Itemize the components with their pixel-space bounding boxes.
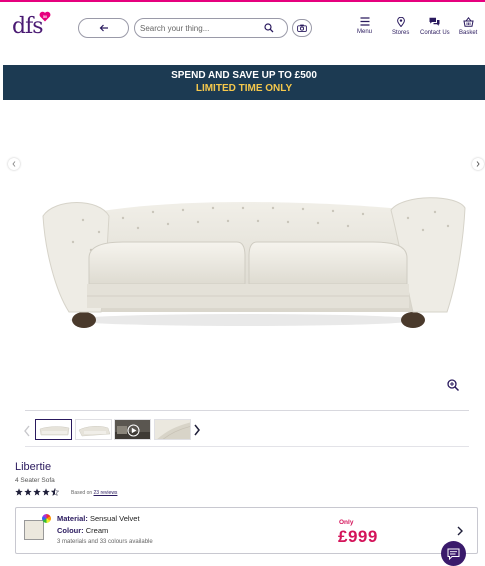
reviews-summary: Based on 23 reviews [71, 490, 117, 496]
live-chat-button[interactable] [441, 541, 466, 566]
nav-menu-label: Menu [357, 29, 373, 35]
chat-bubbles-icon [429, 17, 440, 26]
gallery-divider [25, 410, 469, 411]
thumbnail-1[interactable] [35, 419, 72, 440]
nav-menu[interactable]: Menu [357, 17, 372, 35]
zoom-in-icon[interactable] [446, 378, 460, 392]
nav-contact-us[interactable]: Contact Us [420, 17, 450, 36]
reviews-prefix: Based on [71, 490, 93, 496]
thumbnail-sofa-front-image [36, 420, 71, 439]
gallery-next-button[interactable] [472, 158, 484, 170]
thumbnail-2[interactable] [75, 419, 112, 440]
thumbnails-prev-chevron-icon[interactable] [22, 424, 32, 438]
reviews-link[interactable]: 23 reviews [94, 490, 118, 496]
product-title: Libertie [15, 461, 52, 473]
thumbnail-video-image [115, 420, 150, 439]
chevron-right-icon [457, 526, 463, 536]
colour-wheel-icon [42, 514, 51, 523]
nav-basket[interactable]: Basket [459, 17, 477, 36]
site-header: dfs 50 Menu Store [0, 2, 485, 50]
search-input[interactable] [140, 23, 264, 33]
rating-stars[interactable] [15, 488, 60, 496]
star-half-icon [51, 488, 59, 496]
location-pin-icon [396, 17, 405, 27]
colour-value: Cream [85, 526, 109, 535]
sofa-product-image [42, 197, 466, 328]
camera-icon [297, 24, 307, 32]
nav-stores[interactable]: Stores [392, 17, 409, 36]
logo-badge-text: 50 [43, 15, 47, 19]
arrow-left-icon [99, 24, 108, 32]
product-gallery[interactable] [3, 100, 485, 410]
material-value: Sensual Velvet [89, 514, 140, 523]
options-summary: 3 materials and 33 colours available [57, 539, 153, 545]
gallery-prev-button[interactable] [8, 158, 20, 170]
dfs-logo[interactable]: dfs 50 [12, 11, 52, 41]
chat-icon [447, 548, 460, 560]
search-icon[interactable] [264, 23, 274, 33]
thumbnail-fabric-closeup-image [155, 420, 190, 439]
heart-badge-icon: 50 [39, 11, 51, 22]
basket-icon [463, 17, 474, 27]
material-line: Material: Sensual Velvet [57, 514, 140, 523]
nav-contact-label: Contact Us [420, 30, 450, 36]
camera-search-button[interactable] [292, 19, 312, 37]
price-prefix: Only [339, 519, 354, 526]
hamburger-icon [360, 17, 369, 26]
search-box[interactable] [134, 18, 288, 38]
star-full-icon [15, 488, 23, 496]
promo-banner[interactable]: SPEND AND SAVE UP TO £500 LIMITED TIME O… [3, 65, 485, 100]
back-button[interactable] [78, 18, 129, 38]
star-full-icon [33, 488, 41, 496]
nav-stores-label: Stores [392, 30, 410, 36]
product-price: £999 [338, 527, 378, 546]
logo-text: dfs [12, 14, 44, 39]
thumbnails-divider [25, 446, 469, 447]
promo-headline: SPEND AND SAVE UP TO £500 [171, 70, 317, 81]
thumbnail-4[interactable] [154, 419, 191, 440]
promo-subline: LIMITED TIME ONLY [195, 83, 293, 94]
material-colour-selector[interactable]: Material: Sensual Velvet Colour: Cream 3… [15, 507, 478, 554]
star-full-icon [24, 488, 32, 496]
material-label: Material: [57, 514, 88, 523]
chevron-left-icon [12, 161, 16, 167]
colour-label: Colour: [57, 526, 84, 535]
chevron-right-icon [476, 161, 480, 167]
product-subtitle: 4 Seater Sofa [15, 477, 55, 484]
nav-basket-label: Basket [459, 30, 478, 36]
colour-swatch [24, 520, 44, 540]
star-full-icon [42, 488, 50, 496]
colour-line: Colour: Cream [57, 526, 108, 535]
thumbnails-next-chevron-icon[interactable] [192, 423, 202, 437]
thumbnail-3-video[interactable] [114, 419, 151, 440]
thumbnail-sofa-angle-image [76, 420, 111, 439]
